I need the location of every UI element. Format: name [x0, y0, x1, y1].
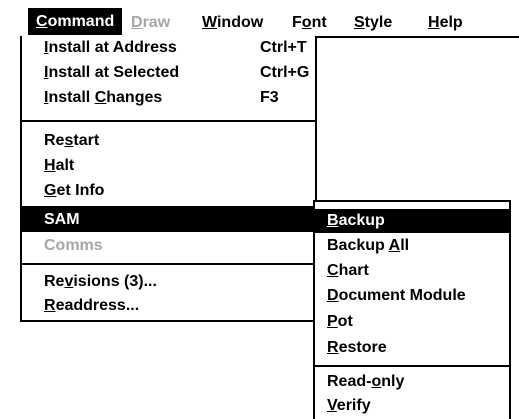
menu-item-sam[interactable]: SAM — [22, 208, 315, 232]
submenu-item-document-module[interactable]: Document Module — [315, 284, 509, 308]
submenu-item-read-only[interactable]: Read-only — [315, 370, 509, 394]
shortcut-label: Ctrl+G — [260, 64, 310, 81]
menu-bar: Command Draw Window Font Style Help — [20, 0, 519, 38]
menu-font[interactable]: Font — [284, 9, 335, 36]
shortcut-label: Ctrl+T — [260, 39, 307, 56]
menu-item-install-changes[interactable]: Install Changes F3 — [22, 86, 315, 110]
menu-separator — [22, 263, 315, 265]
menu-help[interactable]: Help — [420, 9, 471, 36]
command-dropdown-menu: Install at Address Ctrl+T Install at Sele… — [20, 36, 317, 322]
menu-item-install-at-selected[interactable]: Install at Selected Ctrl+G — [22, 61, 315, 85]
submenu-item-pot[interactable]: Pot — [315, 310, 509, 334]
menu-item-install-at-address[interactable]: Install at Address Ctrl+T — [22, 36, 315, 60]
submenu-item-backup[interactable]: Backup — [315, 209, 509, 233]
menu-item-halt[interactable]: Halt — [22, 154, 315, 178]
submenu-item-verify[interactable]: Verify — [315, 394, 509, 418]
menu-item-revisions[interactable]: Revisions (3)... — [22, 270, 315, 294]
menu-separator — [315, 365, 509, 367]
submenu-item-chart[interactable]: Chart — [315, 259, 509, 283]
menu-style[interactable]: Style — [346, 9, 400, 36]
menu-command[interactable]: Command — [28, 8, 123, 35]
menu-separator — [22, 120, 315, 122]
menu-window[interactable]: Window — [194, 9, 271, 36]
menu-item-restart[interactable]: Restart — [22, 129, 315, 153]
submenu-item-restore[interactable]: Restore — [315, 336, 509, 360]
menu-draw[interactable]: Draw — [123, 9, 178, 36]
menu-item-readdress[interactable]: Readdress... — [22, 294, 315, 318]
submenu-item-backup-all[interactable]: Backup All — [315, 234, 509, 258]
shortcut-label: F3 — [260, 89, 279, 106]
sam-submenu: Backup Backup All Chart Document Module … — [313, 200, 511, 419]
menu-item-comms[interactable]: Comms — [22, 234, 315, 258]
menu-item-get-info[interactable]: Get Info — [22, 179, 315, 203]
